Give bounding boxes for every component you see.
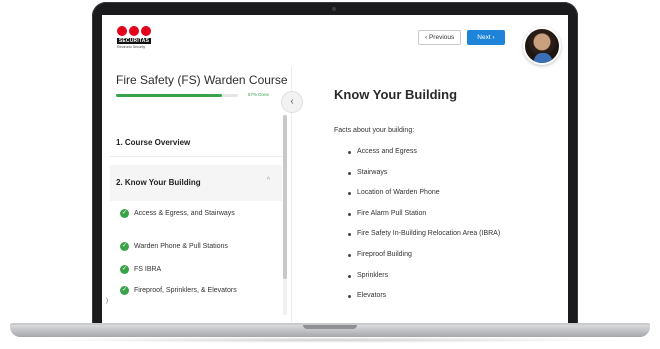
course-title: Fire Safety (FS) Warden Course	[116, 73, 288, 87]
chevron-left-icon: ‹	[290, 96, 294, 107]
chevron-up-icon: ^	[266, 177, 270, 184]
progress-text: 87% Done	[248, 92, 270, 97]
lesson-fs-ibra[interactable]: ✓ FS IBRA	[120, 265, 258, 275]
previous-button[interactable]: ‹ Previous	[418, 30, 462, 45]
check-circle-icon: ✓	[120, 209, 129, 218]
progress-bar	[116, 94, 238, 97]
laptop-mockup: SECURITAS Electronic Security ‹ Previous…	[0, 0, 660, 349]
section-label: 1. Course Overview	[116, 138, 191, 147]
sidebar-edge-mark: )	[106, 298, 108, 304]
laptop-notch	[303, 325, 357, 329]
logo-dots	[117, 26, 153, 36]
lesson-warden-phone[interactable]: ✓ Warden Phone & Pull Stations	[120, 242, 258, 252]
list-item: Fireproof Building	[348, 251, 500, 272]
lesson-label: FS IBRA	[134, 266, 162, 273]
logo-brand: SECURITAS	[117, 38, 151, 44]
section-course-overview[interactable]: 1. Course Overview	[110, 131, 282, 154]
scrollbar-thumb[interactable]	[283, 115, 287, 279]
laptop-shadow	[40, 337, 620, 343]
webcam	[332, 7, 336, 11]
list-item: Stairways	[348, 169, 500, 190]
lesson-label: Access & Egress, and Stairways	[134, 210, 235, 217]
list-item: Access and Egress	[348, 148, 500, 169]
list-item: Fire Alarm Pull Station	[348, 210, 500, 231]
section-divider	[110, 156, 282, 157]
securitas-logo: SECURITAS Electronic Security	[117, 26, 153, 49]
lesson-access-egress[interactable]: ✓ Access & Egress, and Stairways	[120, 209, 258, 219]
facts-list: Access and Egress Stairways Location of …	[348, 148, 500, 313]
lesson-label: Fireproof, Sprinklers, & Elevators	[134, 287, 237, 294]
lesson-intro: Facts about your building:	[334, 127, 415, 134]
check-circle-icon: ✓	[120, 265, 129, 274]
instructor-avatar	[523, 27, 561, 65]
lesson-title: Know Your Building	[334, 87, 458, 102]
section-label: 2. Know Your Building	[116, 178, 201, 187]
logo-subtitle: Electronic Security	[117, 45, 146, 49]
section-know-your-building[interactable]: 2. Know Your Building ^	[110, 165, 282, 201]
list-item: Sprinklers	[348, 272, 500, 293]
lesson-nav: ‹ Previous Next ›	[418, 30, 505, 45]
check-circle-icon: ✓	[120, 242, 129, 251]
sidebar-scrollbar[interactable]	[283, 115, 287, 315]
laptop-lid: SECURITAS Electronic Security ‹ Previous…	[92, 2, 578, 328]
check-circle-icon: ✓	[120, 286, 129, 295]
laptop-screen: SECURITAS Electronic Security ‹ Previous…	[102, 15, 568, 326]
progress-fill	[116, 94, 223, 97]
lesson-label: Warden Phone & Pull Stations	[134, 243, 228, 250]
list-item: Location of Warden Phone	[348, 189, 500, 210]
collapse-sidebar-button[interactable]: ‹	[281, 91, 303, 113]
next-button[interactable]: Next ›	[467, 30, 505, 45]
list-item: Fire Safety In-Building Relocation Area …	[348, 230, 500, 251]
list-item: Elevators	[348, 292, 500, 313]
lesson-fireproof[interactable]: ✓ Fireproof, Sprinklers, & Elevators	[120, 286, 258, 296]
